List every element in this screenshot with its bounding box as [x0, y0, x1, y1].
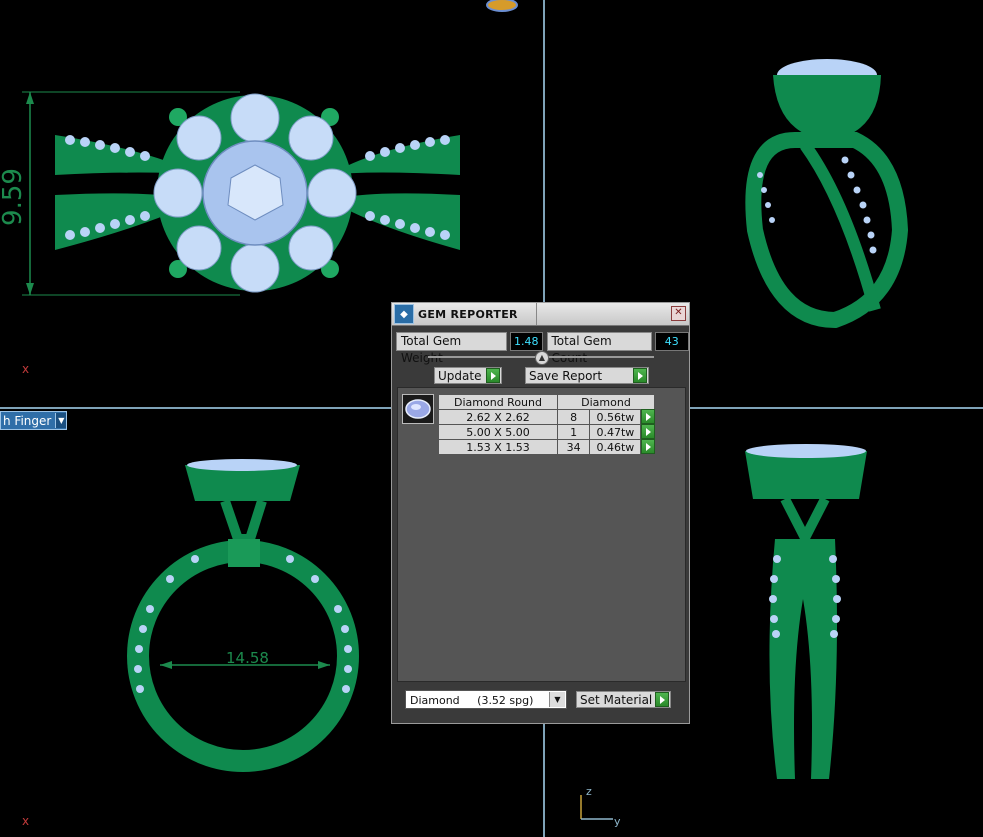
table-row[interactable]: 2.62 X 2.62 8 0.56tw — [438, 409, 656, 425]
material-value: Diamond (3.52 spg) — [410, 694, 534, 707]
row-play-button[interactable] — [640, 424, 656, 440]
axis-x-label: x — [22, 362, 30, 376]
table-row[interactable]: 1.53 X 1.53 34 0.46tw — [438, 439, 656, 455]
set-material-button[interactable]: Set Material — [576, 691, 671, 708]
save-report-play-icon[interactable] — [633, 368, 647, 383]
gem-list-area: Diamond Round Diamond 2.62 X 2.62 8 0.56… — [397, 387, 686, 682]
diamond-round-icon[interactable] — [402, 394, 434, 424]
row-play-button[interactable] — [640, 439, 656, 455]
close-icon[interactable]: ✕ — [671, 306, 686, 321]
total-count-label: Total Gem Count — [546, 332, 652, 365]
gem-count: 1 — [556, 424, 591, 440]
gem-reporter-icon: ◆ — [394, 304, 414, 324]
header-shape: Diamond Round — [438, 394, 558, 410]
update-play-icon[interactable] — [486, 368, 500, 383]
header-material: Diamond — [557, 394, 655, 410]
gem-weight: 0.56tw — [589, 409, 642, 425]
chevron-down-icon[interactable]: ▼ — [55, 413, 67, 428]
gem-weight: 0.47tw — [589, 424, 642, 440]
total-count-value: 43 — [654, 332, 690, 351]
finger-size-select[interactable]: h Finger ▼ — [0, 411, 68, 430]
set-material-label: Set Material — [580, 693, 653, 707]
slider-knob-icon[interactable]: ▲ — [535, 351, 549, 365]
total-weight-label: Total Gem Weight — [396, 332, 507, 365]
gem-count: 34 — [556, 439, 591, 455]
save-report-button[interactable]: Save Report — [525, 367, 649, 384]
gem-table: Diamond Round Diamond 2.62 X 2.62 8 0.56… — [438, 394, 656, 455]
material-select[interactable]: Diamond (3.52 spg) ▼ — [405, 690, 567, 709]
axis-gizmo-icon — [580, 795, 613, 820]
titlebar-separator — [536, 303, 537, 325]
gem-count: 8 — [556, 409, 591, 425]
dimension-height-label: 9.59 — [0, 168, 28, 226]
play-icon[interactable] — [641, 439, 656, 454]
table-row[interactable]: 5.00 X 5.00 1 0.47tw — [438, 424, 656, 440]
panel-title: GEM REPORTER — [418, 307, 518, 321]
set-material-play-icon[interactable] — [655, 692, 669, 707]
update-label: Update — [438, 369, 482, 383]
play-icon[interactable] — [641, 424, 656, 439]
update-button[interactable]: Update — [434, 367, 502, 384]
total-weight-value: 1.48 — [509, 332, 543, 351]
save-report-label: Save Report — [529, 369, 603, 383]
gem-size: 2.62 X 2.62 — [438, 409, 558, 425]
axis-x-label-bottom: x — [22, 814, 30, 828]
gem-size: 5.00 X 5.00 — [438, 424, 558, 440]
view-cube-icon[interactable] — [484, 0, 520, 14]
finger-size-value: h Finger — [3, 413, 52, 428]
panel-titlebar[interactable]: ◆ GEM REPORTER ✕ — [392, 303, 689, 326]
dimension-width-label: 14.58 — [226, 649, 269, 667]
play-icon[interactable] — [641, 409, 656, 424]
gem-reporter-panel: ◆ GEM REPORTER ✕ Total Gem Weight 1.48 T… — [391, 302, 690, 724]
chevron-down-icon[interactable]: ▼ — [549, 692, 565, 707]
gem-weight: 0.46tw — [589, 439, 642, 455]
gem-size: 1.53 X 1.53 — [438, 439, 558, 455]
row-play-button[interactable] — [640, 409, 656, 425]
